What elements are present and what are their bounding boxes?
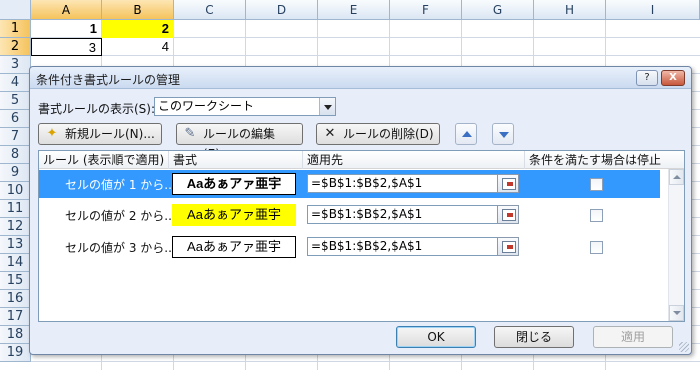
- scroll-down-icon[interactable]: [669, 305, 684, 321]
- row-header-9[interactable]: 9: [0, 164, 31, 182]
- arrow-down-icon: [499, 132, 509, 138]
- delete-icon: ✕: [324, 126, 336, 141]
- row-header-4[interactable]: 4: [0, 74, 31, 92]
- row-header-5[interactable]: 5: [0, 92, 31, 110]
- scroll-up-icon[interactable]: [669, 169, 684, 185]
- column-header-d[interactable]: D: [246, 0, 318, 20]
- arrow-up-icon: [462, 131, 472, 137]
- row-header-8[interactable]: 8: [0, 146, 31, 164]
- applies-to-input[interactable]: =$B$1:$B$2,$A$1: [307, 237, 519, 256]
- row-header-19[interactable]: 19: [0, 344, 31, 362]
- dialog-titlebar[interactable]: 条件付き書式ルールの管理 ? X: [30, 67, 691, 89]
- resize-grip-icon[interactable]: [679, 342, 689, 352]
- chevron-down-icon[interactable]: [319, 98, 335, 115]
- row-header-10[interactable]: 10: [0, 182, 31, 200]
- delete-rule-label: ルールの削除(D): [343, 127, 434, 141]
- rule-row[interactable]: セルの値が 1 から... Aaあぁアァ亜宇 =$B$1:$B$2,$A$1: [39, 170, 660, 198]
- column-format[interactable]: 書式: [169, 151, 303, 169]
- rule-row[interactable]: セルの値が 2 から... Aaあぁアァ亜宇 =$B$1:$B$2,$A$1: [39, 201, 660, 229]
- edit-rule-icon: ✎: [184, 126, 196, 141]
- row-header-13[interactable]: 13: [0, 236, 31, 254]
- row-header-12[interactable]: 12: [0, 218, 31, 236]
- cell-b2[interactable]: 4: [102, 38, 174, 56]
- column-applies-to[interactable]: 適用先: [303, 151, 525, 169]
- row-header-1[interactable]: 1: [0, 20, 31, 38]
- row-header-11[interactable]: 11: [0, 200, 31, 218]
- column-header-b[interactable]: B: [102, 0, 174, 20]
- stop-if-true-checkbox[interactable]: [590, 241, 603, 254]
- new-rule-icon: ✦: [46, 126, 58, 141]
- rule-name: セルの値が 2 から...: [65, 209, 176, 223]
- rules-list: ルール (表示順で適用) 書式 適用先 条件を満たす場合は停止 セルの値が 1 …: [38, 150, 685, 322]
- rule-row[interactable]: セルの値が 3 から... Aaあぁアァ亜宇 =$B$1:$B$2,$A$1: [39, 233, 660, 261]
- format-preview: Aaあぁアァ亜宇: [172, 204, 296, 226]
- conditional-formatting-dialog: 条件付き書式ルールの管理 ? X 書式ルールの表示(S): このワークシート ✦…: [29, 66, 692, 355]
- grid-line: [31, 361, 700, 362]
- stop-if-true-checkbox[interactable]: [590, 178, 603, 191]
- column-stop-if-true[interactable]: 条件を満たす場合は停止: [525, 151, 684, 169]
- new-rule-button[interactable]: ✦ 新規ルール(N)...: [38, 123, 162, 145]
- cell-a1[interactable]: 1: [31, 20, 102, 38]
- new-rule-label: 新規ルール(N)...: [65, 127, 155, 141]
- row-header-17[interactable]: 17: [0, 308, 31, 326]
- format-preview: Aaあぁアァ亜宇: [172, 236, 296, 258]
- range-select-icon[interactable]: [497, 205, 519, 224]
- rules-scrollbar[interactable]: [668, 169, 684, 321]
- row-header-14[interactable]: 14: [0, 254, 31, 272]
- show-rules-label: 書式ルールの表示(S):: [38, 102, 156, 116]
- cell-b1[interactable]: 2: [102, 20, 174, 38]
- column-header-f[interactable]: F: [390, 0, 462, 20]
- rule-name: セルの値が 1 から...: [65, 178, 176, 192]
- apply-button[interactable]: 適用: [593, 326, 673, 348]
- applies-to-input[interactable]: =$B$1:$B$2,$A$1: [307, 174, 519, 193]
- format-preview: Aaあぁアァ亜宇: [172, 173, 296, 195]
- applies-to-input[interactable]: =$B$1:$B$2,$A$1: [307, 205, 519, 224]
- delete-rule-button[interactable]: ✕ ルールの削除(D): [316, 123, 440, 145]
- move-down-button[interactable]: [492, 123, 514, 145]
- row-header-15[interactable]: 15: [0, 272, 31, 290]
- column-header-g[interactable]: G: [462, 0, 534, 20]
- show-rules-select[interactable]: このワークシート: [154, 97, 336, 116]
- ok-button[interactable]: OK: [396, 326, 476, 348]
- stop-if-true-checkbox[interactable]: [590, 209, 603, 222]
- cell-a2[interactable]: 3: [31, 38, 102, 56]
- column-header-e[interactable]: E: [318, 0, 390, 20]
- column-header-c[interactable]: C: [174, 0, 246, 20]
- range-select-icon[interactable]: [497, 237, 519, 256]
- row-header-7[interactable]: 7: [0, 128, 31, 146]
- column-header-a[interactable]: A: [31, 0, 102, 20]
- row-header-6[interactable]: 6: [0, 110, 31, 128]
- select-all-corner[interactable]: [0, 0, 31, 20]
- range-select-icon[interactable]: [497, 174, 519, 193]
- row-header-16[interactable]: 16: [0, 290, 31, 308]
- row-header-3[interactable]: 3: [0, 56, 31, 74]
- dialog-title: 条件付き書式ルールの管理: [36, 73, 181, 87]
- rules-list-header: ルール (表示順で適用) 書式 適用先 条件を満たす場合は停止: [39, 151, 684, 169]
- edit-rule-button[interactable]: ✎ ルールの編集(E)...: [176, 123, 303, 161]
- help-button[interactable]: ?: [636, 70, 658, 86]
- column-header-h[interactable]: H: [534, 0, 606, 20]
- row-header-18[interactable]: 18: [0, 326, 31, 344]
- close-x-button[interactable]: X: [661, 70, 685, 86]
- move-up-button[interactable]: [455, 123, 477, 145]
- column-rule[interactable]: ルール (表示順で適用): [39, 151, 169, 169]
- close-button[interactable]: 閉じる: [494, 326, 574, 348]
- rule-name: セルの値が 3 から...: [65, 241, 176, 255]
- row-header-2[interactable]: 2: [0, 38, 31, 56]
- column-header-i[interactable]: I: [606, 0, 700, 20]
- show-rules-value: このワークシート: [158, 99, 255, 113]
